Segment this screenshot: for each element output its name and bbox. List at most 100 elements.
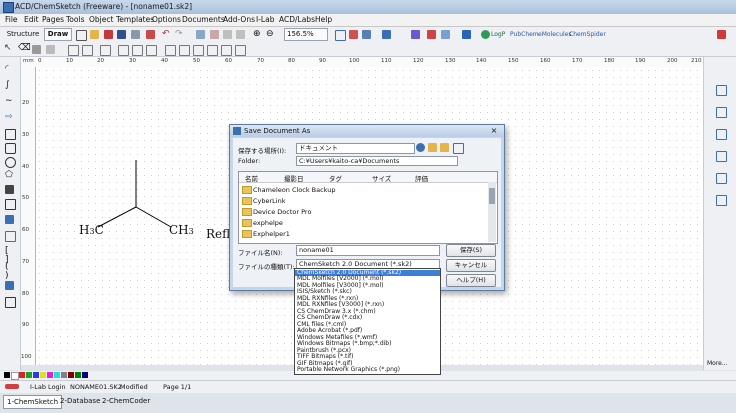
scrollbar-thumb[interactable]: [489, 188, 495, 204]
menu-file[interactable]: File: [5, 15, 18, 24]
rotate-icon[interactable]: [46, 45, 55, 54]
list-item[interactable]: Chameleon Clock Backup: [239, 185, 487, 195]
column-size[interactable]: サイズ: [372, 173, 391, 183]
pubchem-link[interactable]: PubChem: [510, 31, 539, 38]
filetype-dropdown-list[interactable]: ChemSketch 2.0 Document (*.sk2) MDL Molf…: [294, 268, 441, 375]
up-folder-icon[interactable]: [428, 143, 437, 152]
structure-tab[interactable]: Structure: [2, 28, 44, 41]
reaction-arrow-icon[interactable]: [716, 85, 727, 96]
list-item[interactable]: Device Doctor Pro: [239, 207, 487, 217]
color-swatch[interactable]: [33, 372, 39, 378]
color-swatch[interactable]: [75, 372, 81, 378]
save-icon[interactable]: [117, 30, 126, 39]
text-object[interactable]: Refl: [206, 227, 230, 241]
bracket-tool-icon[interactable]: [5, 199, 16, 210]
color-swatch[interactable]: [68, 372, 74, 378]
dropdown-option[interactable]: Portable Network Graphics (*.png): [297, 366, 400, 374]
flip-icon[interactable]: [100, 45, 111, 56]
color-swatch[interactable]: [11, 372, 19, 380]
color-swatch[interactable]: [19, 372, 25, 378]
fill-tool-icon[interactable]: [5, 185, 14, 194]
lab-equipment-icon[interactable]: [716, 129, 727, 140]
clear-icon[interactable]: [196, 30, 205, 39]
rounded-rect-tool-icon[interactable]: [5, 143, 16, 154]
back-icon[interactable]: [416, 143, 425, 152]
cut-icon[interactable]: [210, 30, 219, 39]
file-list-scrollbar[interactable]: [488, 182, 496, 242]
eraser-icon[interactable]: ⌫: [18, 44, 31, 53]
undo-icon[interactable]: ↶: [162, 30, 171, 39]
copy-icon[interactable]: [223, 30, 232, 39]
column-rating[interactable]: 評価: [415, 173, 428, 183]
arrow-tool-icon[interactable]: ⇨: [5, 113, 14, 122]
menu-acd-labs[interactable]: ACD/Labs: [279, 15, 315, 24]
order-icon[interactable]: [146, 45, 157, 56]
tab-database[interactable]: 2-Database: [57, 395, 103, 407]
menu-documents[interactable]: Documents: [182, 15, 225, 24]
menu-i-lab[interactable]: I-Lab: [256, 15, 274, 24]
column-date[interactable]: 撮影日: [284, 173, 304, 183]
menu-tools[interactable]: Tools: [66, 15, 84, 24]
templates-icon[interactable]: [716, 151, 727, 162]
menu-templates[interactable]: Templates: [116, 15, 154, 24]
align-top-icon[interactable]: [207, 45, 218, 56]
emolecules-link[interactable]: eMolecules: [538, 31, 571, 38]
align-middle-icon[interactable]: [235, 45, 246, 56]
folder-path[interactable]: C:¥Users¥kaito-ca¥Documents: [296, 156, 458, 166]
chemspider-link[interactable]: ChemSpider: [569, 31, 606, 38]
properties-icon[interactable]: [427, 30, 436, 39]
chart-tool-icon[interactable]: [5, 281, 14, 290]
dialog-close-icon[interactable]: ×: [488, 126, 500, 135]
cancel-button[interactable]: キャンセル: [446, 259, 496, 272]
naming-icon[interactable]: [382, 30, 391, 39]
ilab-login-link[interactable]: I-Lab Login: [30, 383, 66, 391]
paste-icon[interactable]: [236, 30, 245, 39]
open-folder-icon[interactable]: [90, 30, 99, 39]
color-swatch[interactable]: [4, 372, 10, 378]
tab-chemcoder[interactable]: 2-ChemCoder: [99, 395, 153, 407]
color-swatch[interactable]: [26, 372, 32, 378]
filename-input[interactable]: noname01: [296, 245, 440, 256]
select-arrow-icon[interactable]: ↖: [4, 44, 13, 53]
location-select[interactable]: ドキュメント: [296, 143, 415, 154]
orbital-icon[interactable]: [716, 107, 727, 118]
tab-chemsketch[interactable]: 1-ChemSketch: [3, 395, 63, 409]
molecule-icon[interactable]: [362, 30, 371, 39]
menu-pages[interactable]: Pages: [42, 15, 64, 24]
line-tool-icon[interactable]: ∼: [5, 97, 14, 106]
zoom-select[interactable]: 156.5%: [284, 28, 328, 41]
tautomer-icon[interactable]: [411, 30, 420, 39]
new-folder-icon[interactable]: [440, 143, 449, 152]
distribute-icon[interactable]: [132, 45, 143, 56]
list-item[interactable]: CyberLink: [239, 196, 487, 206]
more-button[interactable]: More...: [707, 360, 728, 367]
brackets-icon[interactable]: [ ]: [5, 247, 14, 265]
table-tool-icon[interactable]: [5, 215, 14, 224]
polygon-tool-icon[interactable]: ⬠: [5, 171, 14, 180]
rectangle-tool-icon[interactable]: [5, 129, 16, 140]
zoom-out-icon[interactable]: ⊖: [266, 29, 275, 39]
zoom-in-icon[interactable]: ⊕: [253, 29, 262, 39]
logp-icon[interactable]: [481, 30, 490, 39]
group-icon[interactable]: [68, 45, 79, 56]
help-button[interactable]: ヘルプ(H): [446, 274, 496, 287]
menu-object[interactable]: Object: [89, 15, 113, 24]
color-swatch[interactable]: [82, 372, 88, 378]
symbols-icon[interactable]: [716, 173, 727, 184]
ungroup-icon[interactable]: [82, 45, 93, 56]
redo-icon[interactable]: ↷: [175, 30, 184, 39]
pdf-icon[interactable]: [146, 30, 155, 39]
iupac-icon[interactable]: [462, 30, 471, 39]
align-center-icon[interactable]: [179, 45, 190, 56]
align-icon[interactable]: [118, 45, 129, 56]
view-icon[interactable]: [335, 30, 346, 41]
curve-tool-icon[interactable]: ∫: [5, 81, 14, 90]
nmr-icon[interactable]: [441, 30, 450, 39]
frame-tool-icon[interactable]: [5, 231, 16, 242]
color-swatch[interactable]: [40, 372, 46, 378]
logp-label[interactable]: LogP: [491, 31, 505, 38]
dictionary-icon[interactable]: [716, 195, 727, 206]
menu-edit[interactable]: Edit: [24, 15, 39, 24]
color-swatch[interactable]: [61, 372, 67, 378]
arc-tool-icon[interactable]: ◜: [5, 65, 14, 74]
